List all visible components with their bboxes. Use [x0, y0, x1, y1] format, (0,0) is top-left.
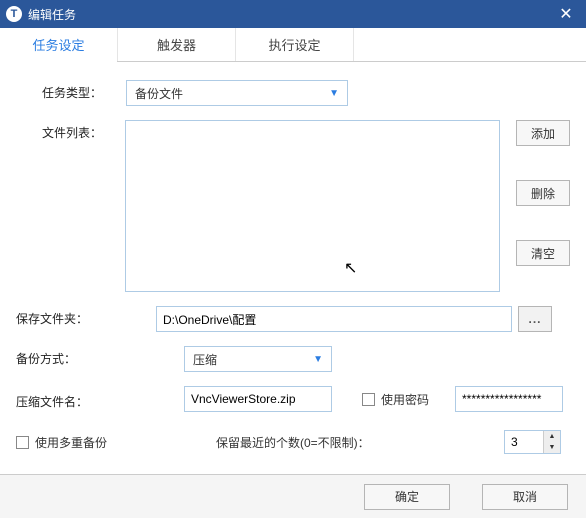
- content-area: 任务类型： 备份文件 ▼ 文件列表： 添加 删除 清空 保存文件夹： ... 备…: [0, 62, 586, 478]
- window-title: 编辑任务: [28, 6, 76, 23]
- task-type-value: 备份文件: [135, 85, 183, 102]
- spin-up-icon[interactable]: ▲: [544, 431, 560, 442]
- browse-button[interactable]: ...: [518, 306, 552, 332]
- tab-execution[interactable]: 执行设定: [236, 28, 354, 61]
- zip-name-input[interactable]: [184, 386, 332, 412]
- chevron-down-icon: ▼: [313, 354, 323, 365]
- titlebar: T 编辑任务 ✕: [0, 0, 586, 28]
- ok-button[interactable]: 确定: [364, 484, 450, 510]
- close-icon[interactable]: ✕: [546, 0, 586, 28]
- save-folder-input[interactable]: [156, 306, 512, 332]
- backup-mode-select[interactable]: 压缩 ▼: [184, 346, 332, 372]
- multi-backup-checkbox[interactable]: [16, 436, 29, 449]
- tab-triggers[interactable]: 触发器: [118, 28, 236, 61]
- password-input[interactable]: [455, 386, 563, 412]
- delete-button[interactable]: 删除: [516, 180, 570, 206]
- keep-recent-stepper[interactable]: ▲ ▼: [504, 430, 561, 454]
- file-list-box[interactable]: [125, 120, 500, 292]
- label-file-list: 文件列表：: [16, 120, 125, 141]
- label-task-type: 任务类型：: [16, 80, 126, 101]
- spin-down-icon[interactable]: ▼: [544, 442, 560, 453]
- app-icon: T: [6, 6, 22, 22]
- footer: 确定 取消: [0, 474, 586, 518]
- tab-task-settings[interactable]: 任务设定: [0, 28, 118, 61]
- chevron-down-icon: ▼: [329, 88, 339, 99]
- add-button[interactable]: 添加: [516, 120, 570, 146]
- use-password-checkbox[interactable]: [362, 393, 375, 406]
- label-multi-backup: 使用多重备份: [35, 434, 107, 451]
- keep-recent-input[interactable]: [505, 431, 543, 453]
- cancel-button[interactable]: 取消: [482, 484, 568, 510]
- label-save-folder: 保存文件夹：: [16, 306, 156, 327]
- label-zip-name: 压缩文件名：: [16, 389, 184, 410]
- backup-mode-value: 压缩: [193, 351, 217, 368]
- task-type-select[interactable]: 备份文件 ▼: [126, 80, 348, 106]
- label-keep-recent: 保留最近的个数(0=不限制)：: [216, 434, 416, 451]
- label-use-password: 使用密码: [381, 391, 429, 408]
- label-backup-mode: 备份方式：: [16, 346, 184, 367]
- tab-strip: 任务设定 触发器 执行设定: [0, 28, 586, 62]
- clear-button[interactable]: 清空: [516, 240, 570, 266]
